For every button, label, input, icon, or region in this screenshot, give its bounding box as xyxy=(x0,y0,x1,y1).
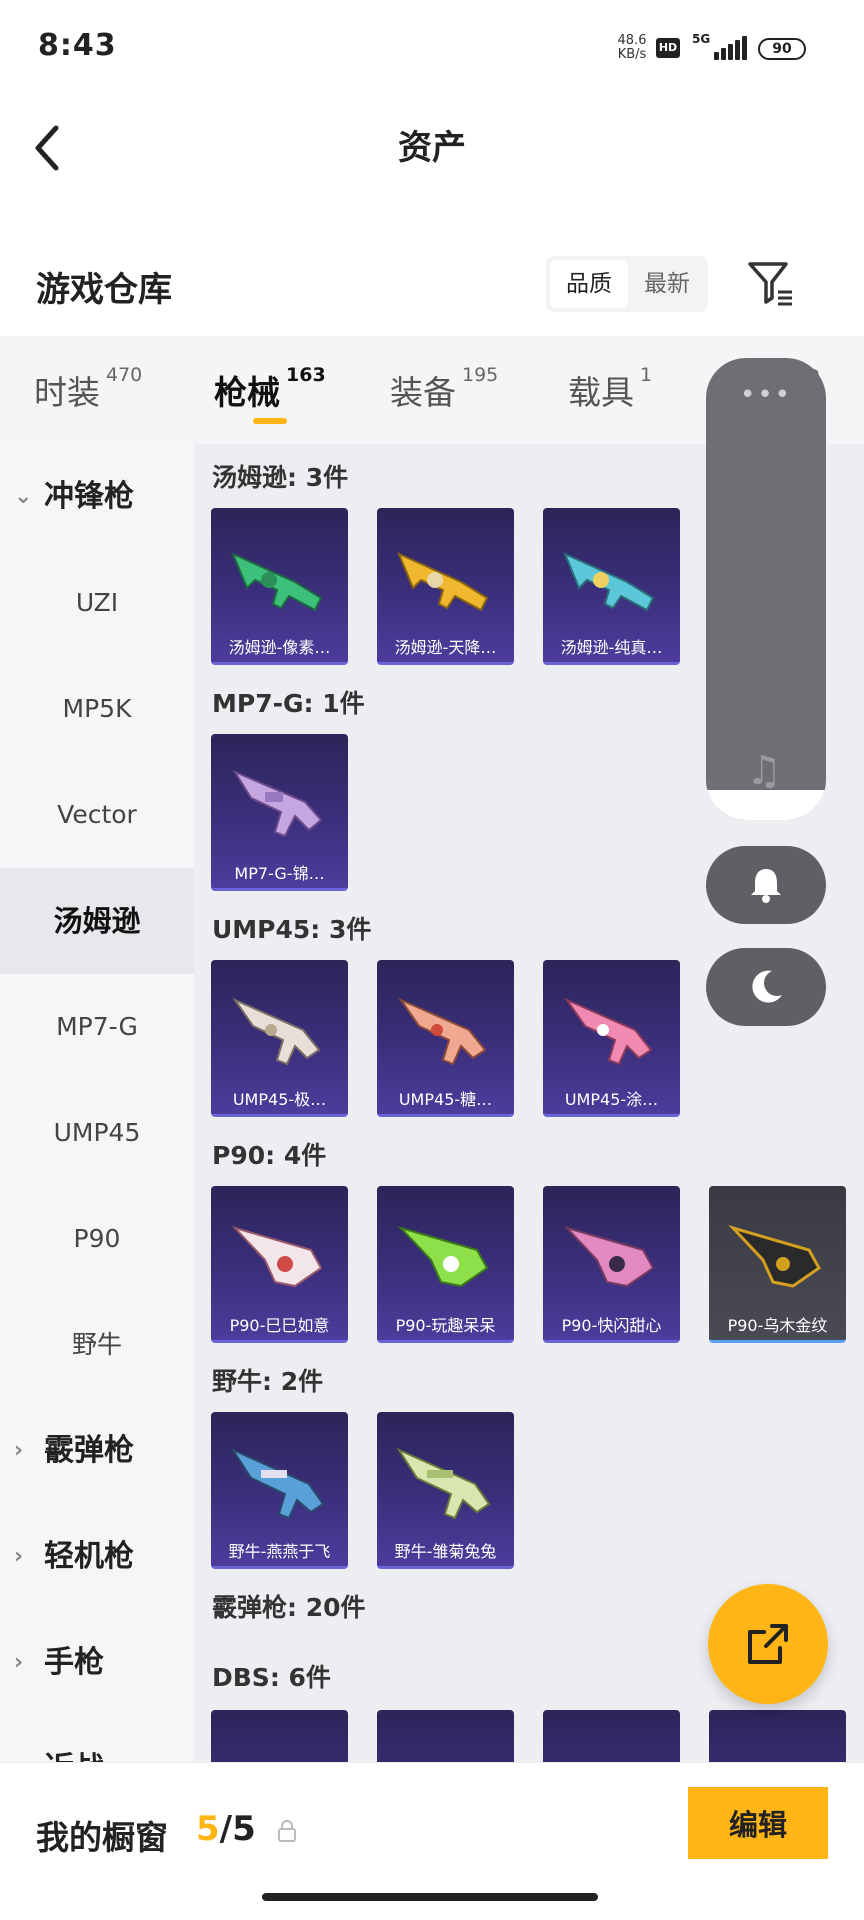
skin-card[interactable]: P90-乌木金纹 xyxy=(709,1186,846,1343)
night-mode-button[interactable] xyxy=(706,948,826,1026)
network-speed: 48.6 KB/s xyxy=(617,33,647,62)
sidebar-group-pistol[interactable]: › 手枪 xyxy=(0,1610,194,1716)
sort-toggle: 品质 最新 xyxy=(546,256,708,312)
hd-icon: HD xyxy=(656,38,680,58)
skin-card[interactable] xyxy=(377,1710,514,1764)
skin-card[interactable]: 野牛-雏菊兔兔 xyxy=(377,1412,514,1569)
skin-card[interactable]: UMP45-极… xyxy=(211,960,348,1117)
gun-icon xyxy=(232,997,321,1066)
sidebar-group-shotgun[interactable]: › 霰弹枪 xyxy=(0,1398,194,1504)
gun-icon xyxy=(231,552,323,612)
home-indicator xyxy=(262,1893,598,1901)
sidebar-item-p90[interactable]: P90 xyxy=(0,1186,194,1292)
status-time: 8:43 xyxy=(38,28,117,63)
tab-equipment[interactable]: 装备 195 xyxy=(390,364,498,414)
gun-icon xyxy=(231,1226,323,1288)
tab-vehicles[interactable]: 载具 1 xyxy=(568,364,652,414)
share-button[interactable] xyxy=(708,1584,828,1704)
moon-icon xyxy=(752,970,782,1003)
sidebar-item-uzi[interactable]: UZI xyxy=(0,550,194,656)
skin-card[interactable] xyxy=(709,1710,846,1764)
skin-card[interactable]: 汤姆逊-像素… xyxy=(211,508,348,665)
sidebar-item-ump45[interactable]: UMP45 xyxy=(0,1080,194,1186)
section-title: P90: 4件 xyxy=(212,1141,327,1170)
chevron-right-icon: › xyxy=(14,1438,24,1463)
lock-icon xyxy=(278,1820,296,1842)
sidebar-item-mp7g[interactable]: MP7-G xyxy=(0,974,194,1080)
chevron-right-icon: › xyxy=(14,1650,24,1675)
sidebar-item-bizon[interactable]: 野牛 xyxy=(0,1292,194,1398)
skin-card[interactable]: P90-巳巳如意 xyxy=(211,1186,348,1343)
section-title: MP7-G: 1件 xyxy=(212,689,365,718)
tab-firearms[interactable]: 枪械 163 xyxy=(214,364,326,414)
page-title: 资产 xyxy=(398,128,466,168)
music-icon[interactable]: ♫ xyxy=(746,748,782,794)
filter-icon xyxy=(748,262,792,306)
sidebar-group-melee[interactable]: › 近战 xyxy=(0,1716,194,1764)
section-title: 汤姆逊: 3件 xyxy=(212,463,349,492)
gun-icon xyxy=(728,1225,821,1288)
sort-quality-button[interactable]: 品质 xyxy=(550,260,628,308)
sidebar-item-vector[interactable]: Vector xyxy=(0,762,194,868)
sort-newest-button[interactable]: 最新 xyxy=(630,260,704,308)
section-title: UMP45: 3件 xyxy=(212,915,372,944)
gun-icon xyxy=(564,997,653,1066)
section-title: 野牛: 2件 xyxy=(212,1367,324,1396)
skin-card[interactable]: P90-玩趣呆呆 xyxy=(377,1186,514,1343)
showcase-count: 5/5 xyxy=(196,1809,256,1849)
warehouse-title: 游戏仓库 xyxy=(36,270,172,310)
skin-card[interactable]: UMP45-糖… xyxy=(377,960,514,1117)
chevron-down-icon: ⌄ xyxy=(14,484,33,509)
showcase-bar: 我的橱窗 5/5 编辑 xyxy=(0,1762,864,1920)
gun-icon xyxy=(232,769,323,838)
skin-card[interactable]: P90-快闪甜心 xyxy=(543,1186,680,1343)
battery-icon: 90 xyxy=(758,38,806,60)
bell-icon xyxy=(751,869,781,903)
skin-card[interactable]: UMP45-涂… xyxy=(543,960,680,1117)
status-bar: 8:43 48.6 KB/s HD 5G 90 xyxy=(0,0,864,100)
skin-card[interactable] xyxy=(211,1710,348,1764)
filter-button[interactable] xyxy=(746,258,796,308)
tab-fashion[interactable]: 时装 470 xyxy=(34,364,142,414)
gun-icon xyxy=(563,1226,655,1288)
chevron-right-icon: › xyxy=(14,1544,24,1569)
active-tab-indicator xyxy=(253,418,287,424)
section-title: 霰弹枪: 20件 xyxy=(212,1593,366,1622)
signal-icon xyxy=(706,36,747,60)
notification-button[interactable] xyxy=(706,846,826,924)
more-icon[interactable]: ••• xyxy=(706,380,826,410)
sidebar-group-lmg[interactable]: › 轻机枪 xyxy=(0,1504,194,1610)
skin-card[interactable]: 汤姆逊-纯真… xyxy=(543,508,680,665)
sidebar-group-smg[interactable]: ⌄ 冲锋枪 xyxy=(0,444,194,550)
share-icon xyxy=(748,1624,788,1664)
showcase-title: 我的橱窗 xyxy=(36,1818,168,1857)
sidebar-item-mp5k[interactable]: MP5K xyxy=(0,656,194,762)
gun-icon xyxy=(563,552,655,612)
gun-icon xyxy=(398,997,487,1066)
gun-icon xyxy=(396,1447,491,1520)
chevron-right-icon: › xyxy=(14,1716,23,1764)
skin-card[interactable]: 汤姆逊-天降… xyxy=(377,508,514,665)
gun-icon xyxy=(397,1226,489,1288)
skin-card[interactable] xyxy=(543,1710,680,1764)
gun-icon xyxy=(230,1447,325,1520)
weapon-sidebar: ⌄ 冲锋枪 UZI MP5K Vector 汤姆逊 MP7-G UMP45 P9… xyxy=(0,444,194,1764)
edit-button[interactable]: 编辑 xyxy=(688,1787,828,1859)
sidebar-item-thompson[interactable]: 汤姆逊 xyxy=(0,868,194,974)
gun-icon xyxy=(397,552,489,612)
skin-card[interactable]: 野牛-燕燕于飞 xyxy=(211,1412,348,1569)
skin-card[interactable]: MP7-G-锦… xyxy=(211,734,348,891)
floating-panel[interactable]: ••• ♫ xyxy=(706,358,826,820)
section-title: DBS: 6件 xyxy=(212,1663,331,1692)
